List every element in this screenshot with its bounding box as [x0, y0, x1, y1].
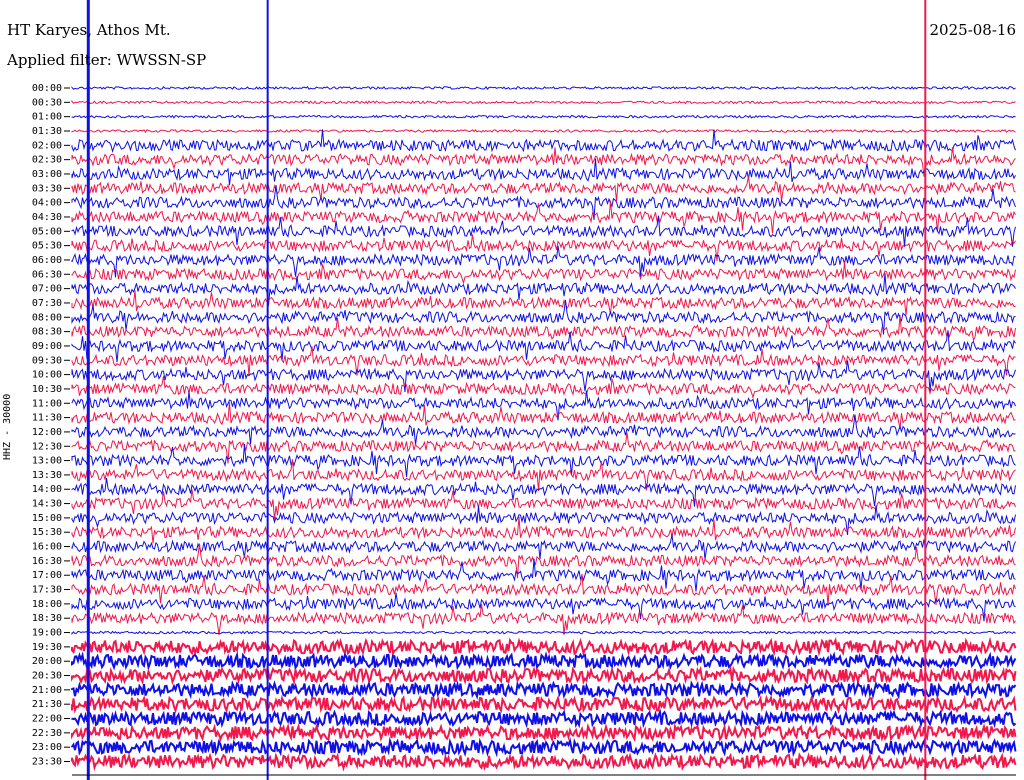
- y-tick-label: 12:30: [32, 441, 62, 452]
- y-tick-label: 13:00: [32, 456, 62, 467]
- y-tick-label: 21:30: [32, 699, 62, 710]
- y-tick-label: 06:00: [32, 255, 62, 266]
- y-tick-label: 23:00: [32, 742, 62, 753]
- y-tick-label: 21:00: [32, 685, 62, 696]
- y-tick-label: 03:00: [32, 169, 62, 180]
- filter-label: Applied filter: WWSSN-SP: [7, 51, 207, 69]
- y-tick-label: 22:30: [32, 728, 62, 739]
- trace-line: [71, 158, 1016, 186]
- y-tick-label: 14:00: [32, 484, 62, 495]
- y-tick-label: 02:30: [32, 155, 62, 166]
- trace-line: [71, 85, 1016, 91]
- trace-line: [71, 299, 1016, 335]
- seismogram-plot: 00:00 00:30 01:00 01:30 02:00 02:30 03:00 03:30…: [32, 0, 1017, 780]
- trace-line: [71, 262, 1016, 285]
- trace-line: [71, 99, 1016, 105]
- trace-line: [71, 505, 1016, 536]
- y-tick-label: 05:30: [32, 241, 62, 252]
- y-tick-label: 20:30: [32, 671, 62, 682]
- trace-line: [71, 636, 1017, 657]
- y-tick-label: 04:30: [32, 212, 62, 223]
- trace-line: [71, 114, 1016, 119]
- trace-line: [71, 128, 1016, 134]
- y-tick-label: 07:00: [32, 284, 62, 295]
- y-tick-label: 16:00: [32, 542, 62, 553]
- y-tick-label: 10:00: [32, 370, 62, 381]
- station-title: HT Karyes, Athos Mt.: [7, 21, 171, 39]
- y-tick-label: 09:00: [32, 341, 62, 352]
- y-tick-label: 08:30: [32, 327, 62, 338]
- y-tick-label: 13:30: [32, 470, 62, 481]
- y-tick-label: 09:30: [32, 355, 62, 366]
- y-tick-label: 00:30: [32, 97, 62, 108]
- y-tick-label: 00:00: [32, 83, 62, 94]
- y-tick-label: 20:00: [32, 656, 62, 667]
- trace-line: [71, 516, 1016, 544]
- y-tick-label: 19:30: [32, 642, 62, 653]
- y-tick-label: 10:30: [32, 384, 62, 395]
- y-tick-label: 11:00: [32, 398, 62, 409]
- trace-line: [71, 129, 1016, 154]
- trace-line: [71, 651, 1017, 672]
- y-tick-label: 15:00: [32, 513, 62, 524]
- trace-line: [71, 665, 1017, 686]
- trace-line: [71, 708, 1017, 729]
- trace-line: [71, 604, 1016, 635]
- trace-line: [71, 176, 1016, 202]
- trace-line: [71, 376, 1016, 400]
- y-tick-label: 06:30: [32, 269, 62, 280]
- trace-line: [71, 414, 1016, 445]
- trace-line: [71, 630, 1016, 636]
- y-tick-label: 14:30: [32, 499, 62, 510]
- y-tick-label: 03:30: [32, 183, 62, 194]
- trace-line: [71, 680, 1017, 700]
- date-label: 2025-08-16: [929, 21, 1016, 39]
- y-tick-label: 04:00: [32, 198, 62, 209]
- y-tick-label: 05:00: [32, 226, 62, 237]
- y-tick-labels: 00:00 00:30 01:00 01:30 02:00 02:30 03:00 03:30…: [32, 83, 70, 768]
- y-tick-label: 17:00: [32, 570, 62, 581]
- trace-line: [71, 752, 1017, 772]
- trace-line: [71, 736, 1017, 758]
- y-tick-label: 18:00: [32, 599, 62, 610]
- y-tick-label: 12:00: [32, 427, 62, 438]
- y-tick-label: 01:30: [32, 126, 62, 137]
- y-tick-label: 22:00: [32, 714, 62, 725]
- y-tick-label: 08:00: [32, 312, 62, 323]
- y-tick-label: 17:30: [32, 585, 62, 596]
- trace-line: [71, 290, 1016, 316]
- y-tick-label: 16:30: [32, 556, 62, 567]
- channel-label: HHZ - 30000: [2, 393, 13, 460]
- y-tick-label: 02:00: [32, 140, 62, 151]
- y-tick-label: 23:30: [32, 757, 62, 768]
- y-tick-label: 19:00: [32, 628, 62, 639]
- trace-group: [71, 85, 1017, 772]
- y-tick-label: 15:30: [32, 527, 62, 538]
- trace-line: [71, 722, 1017, 743]
- trace-line: [71, 694, 1017, 715]
- y-tick-label: 07:30: [32, 298, 62, 309]
- y-tick-label: 11:30: [32, 413, 62, 424]
- y-tick-label: 01:00: [32, 112, 62, 123]
- y-tick-label: 18:30: [32, 613, 62, 624]
- trace-line: [71, 234, 1016, 261]
- trace-line: [71, 459, 1016, 491]
